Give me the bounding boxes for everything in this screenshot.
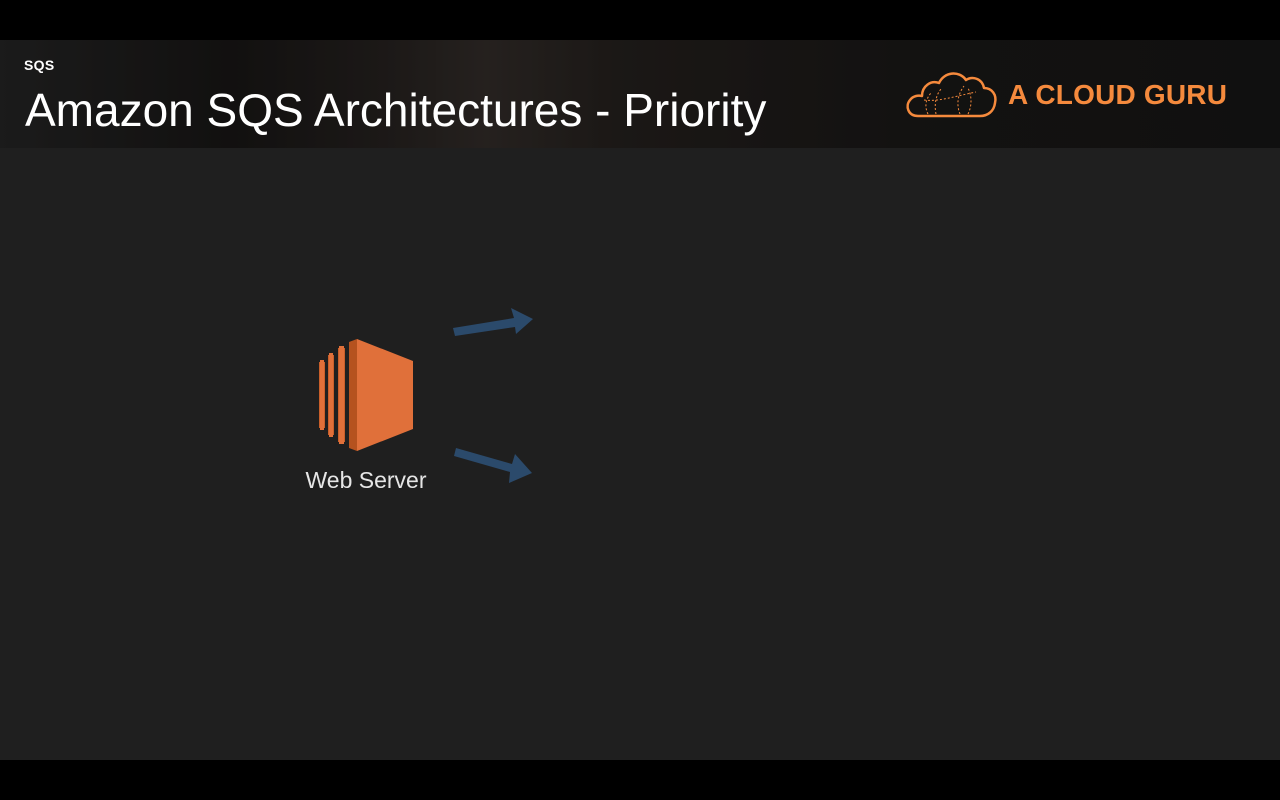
cloud-logo-icon: [906, 72, 997, 118]
slide-title: Amazon SQS Architectures - Priority: [25, 84, 767, 136]
letterbox-top: [0, 0, 1280, 40]
letterbox-bottom: [0, 760, 1280, 800]
ec2-instance-icon: [319, 339, 413, 451]
section-label: SQS: [24, 57, 55, 73]
web-server-label: Web Server: [305, 467, 427, 493]
diagram: [319, 308, 533, 483]
brand-name: A CLOUD GURU: [1008, 79, 1228, 110]
arrow-upper: [453, 308, 533, 336]
slide: SQS Amazon SQS Architectures - Priority …: [0, 40, 1280, 760]
arrow-lower: [454, 448, 532, 483]
